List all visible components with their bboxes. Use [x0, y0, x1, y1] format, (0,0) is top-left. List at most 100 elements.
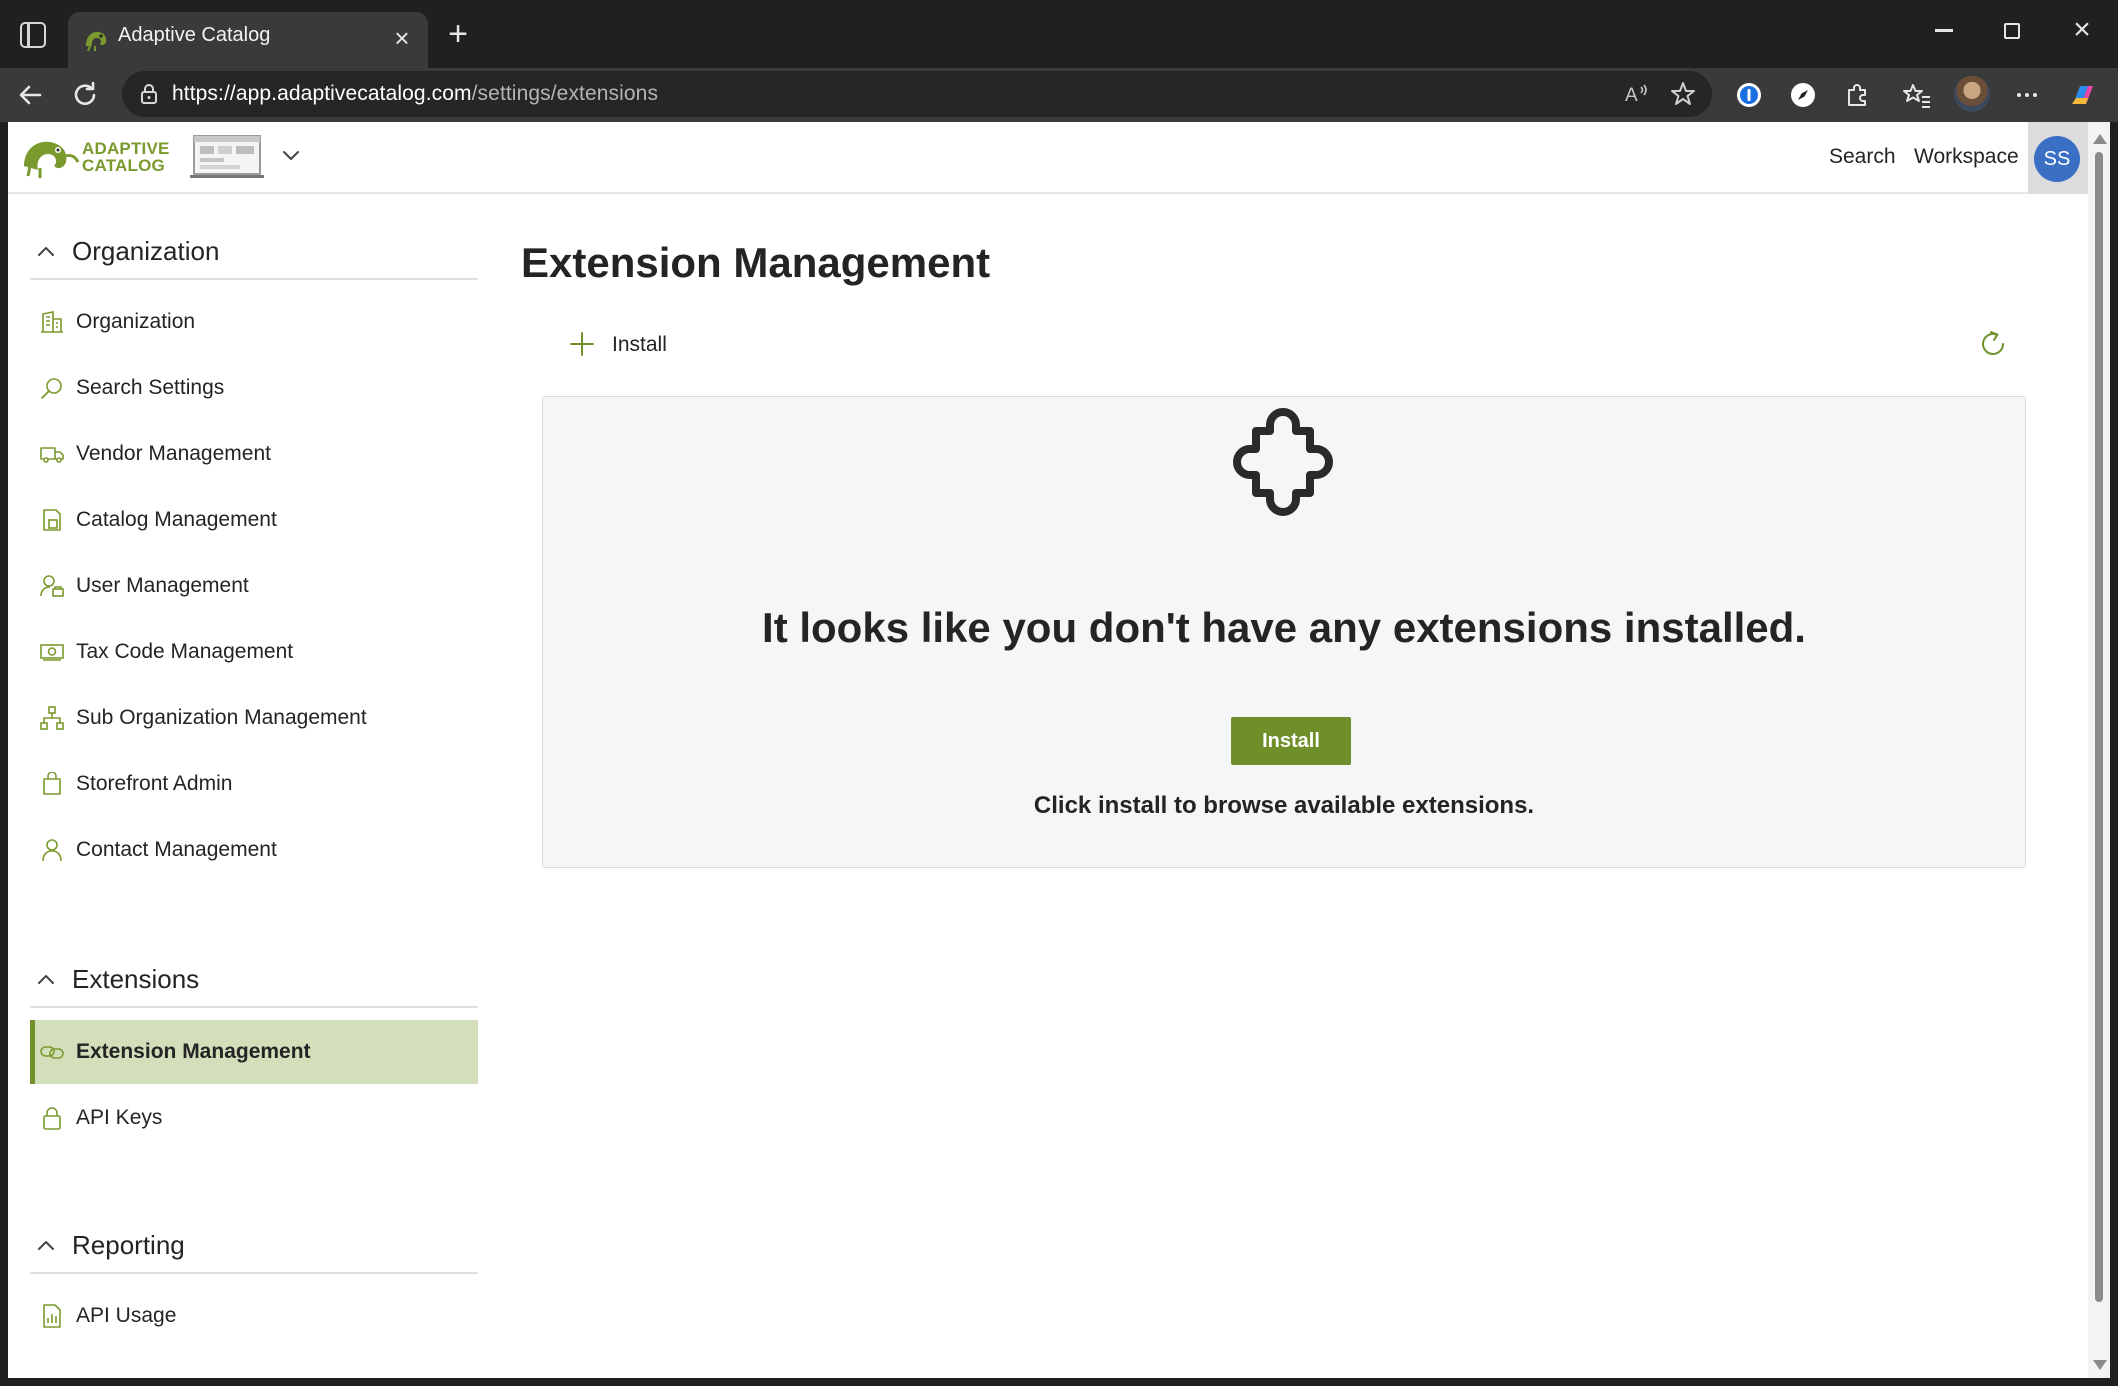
read-aloud-icon[interactable]: A — [1622, 79, 1652, 109]
sidebar-item-label: Search Settings — [76, 376, 225, 399]
sidebar-item-label: Contact Management — [76, 838, 277, 861]
refresh-icon[interactable] — [1975, 326, 2011, 362]
sidebar-item-vendor-management[interactable]: Vendor Management — [30, 422, 478, 486]
money-icon — [40, 644, 64, 661]
adaptive-catalog-logo[interactable]: ADAPTIVE CATALOG — [20, 134, 176, 180]
logo-line-2: CATALOG — [82, 156, 165, 175]
sidebar-item-api-usage[interactable]: API Usage — [30, 1284, 478, 1348]
sidebar-item-label: Extension Management — [76, 1040, 311, 1063]
user-avatar[interactable]: SS — [2034, 136, 2080, 182]
plus-icon — [570, 332, 594, 356]
catalog-icon — [43, 509, 61, 531]
logo-wordmark: ADAPTIVE CATALOG — [82, 140, 170, 174]
password-manager-icon[interactable] — [1732, 78, 1766, 112]
install-command-label: Install — [612, 333, 667, 356]
person-icon — [42, 839, 62, 862]
profile-avatar[interactable] — [1954, 76, 1990, 112]
org-chart-icon — [40, 706, 64, 730]
new-tab-icon[interactable]: + — [440, 16, 476, 52]
sidebar-item-label: Vendor Management — [76, 442, 271, 465]
page-scrollbar[interactable] — [2088, 122, 2110, 1378]
sidebar-item-extension-management[interactable]: Extension Management — [30, 1020, 478, 1084]
more-options-icon[interactable] — [2010, 78, 2044, 112]
sidebar-item-contact-management[interactable]: Contact Management — [30, 818, 478, 882]
chameleon-logo-icon — [24, 141, 80, 178]
chevron-up-icon[interactable] — [36, 242, 56, 262]
compass-extension-icon[interactable] — [1786, 78, 1820, 112]
user-menu[interactable]: SS — [2028, 122, 2088, 194]
lock-icon — [43, 1107, 61, 1130]
empty-state-title: It looks like you don't have any extensi… — [762, 604, 1806, 651]
sidebar-item-label: Tax Code Management — [76, 640, 294, 663]
chevron-up-icon[interactable] — [36, 970, 56, 990]
puzzle-piece-icon — [1233, 408, 1333, 516]
scrollbar-thumb[interactable] — [2095, 152, 2103, 1302]
app-viewport: ADAPTIVE CATALOG Search Workspace SS Org… — [8, 122, 2088, 1378]
chevron-down-icon[interactable] — [276, 140, 306, 170]
sidebar-item-storefront-admin[interactable]: Storefront Admin — [30, 752, 478, 816]
user-settings-icon — [40, 575, 64, 597]
section-header-extensions[interactable]: Extensions — [30, 950, 478, 1008]
report-icon — [43, 1304, 61, 1328]
scroll-up-arrow-icon[interactable] — [2093, 134, 2107, 144]
sidebar-item-label: API Usage — [76, 1304, 177, 1327]
settings-sidebar: Organization Organization Search Setting… — [8, 196, 488, 1378]
header-search-link[interactable]: Search — [1829, 144, 1896, 170]
maximize-icon[interactable] — [1986, 12, 2038, 48]
url-path: /settings/extensions — [471, 82, 659, 105]
svg-text:A: A — [1625, 85, 1638, 106]
section-header-organization[interactable]: Organization — [30, 222, 478, 280]
browser-toolbar: https://app.adaptivecatalog.com/settings… — [0, 68, 2118, 122]
sidebar-item-organization[interactable]: Organization — [30, 290, 478, 354]
copilot-icon[interactable] — [2066, 78, 2100, 112]
tab-actions-icon[interactable] — [20, 22, 46, 48]
building-icon — [41, 311, 63, 333]
link-icon — [40, 1046, 64, 1059]
browser-tab[interactable]: Adaptive Catalog × — [68, 12, 428, 68]
sidebar-item-search-settings[interactable]: Search Settings — [30, 356, 478, 420]
page-title: Extension Management — [521, 239, 991, 286]
search-icon — [41, 378, 62, 399]
app-switcher-thumbnail[interactable] — [190, 134, 266, 180]
sidebar-item-label: Catalog Management — [76, 508, 277, 531]
sidebar-item-label: User Management — [76, 574, 249, 597]
scroll-down-arrow-icon[interactable] — [2093, 1360, 2107, 1370]
chameleon-favicon-icon — [86, 31, 107, 52]
empty-state-card: It looks like you don't have any extensi… — [542, 396, 2026, 868]
minimize-icon[interactable] — [1918, 12, 1970, 48]
url-host: https://app.adaptivecatalog.com — [172, 82, 472, 105]
sidebar-item-tax-code-management[interactable]: Tax Code Management — [30, 620, 478, 684]
reload-icon[interactable] — [66, 76, 104, 114]
browser-titlebar: Adaptive Catalog × + × — [0, 0, 2118, 68]
section-title: Reporting — [72, 1230, 185, 1260]
install-button[interactable]: Install — [1231, 717, 1351, 765]
truck-icon — [40, 447, 64, 463]
sidebar-item-label: API Keys — [76, 1106, 163, 1129]
extensions-puzzle-icon[interactable] — [1840, 78, 1874, 112]
empty-state-subtitle: Click install to browse available extens… — [1033, 792, 1535, 819]
section-header-reporting[interactable]: Reporting — [30, 1216, 478, 1274]
section-title: Extensions — [72, 964, 200, 994]
close-tab-icon[interactable]: × — [388, 24, 416, 52]
sidebar-item-catalog-management[interactable]: Catalog Management — [30, 488, 478, 552]
address-bar[interactable]: https://app.adaptivecatalog.com/settings… — [122, 71, 1712, 117]
url-text[interactable]: https://app.adaptivecatalog.com/settings… — [172, 82, 658, 106]
header-workspace-link[interactable]: Workspace — [1914, 144, 2019, 170]
sidebar-item-label: Organization — [76, 310, 196, 333]
app-header: ADAPTIVE CATALOG Search Workspace SS — [8, 122, 2088, 194]
tab-title: Adaptive Catalog — [118, 24, 271, 46]
sidebar-item-sub-organization-management[interactable]: Sub Organization Management — [30, 686, 478, 750]
site-info-lock-icon[interactable] — [136, 81, 162, 107]
sidebar-item-label: Storefront Admin — [76, 772, 233, 795]
chevron-up-icon[interactable] — [36, 1236, 56, 1256]
favorite-star-icon[interactable] — [1668, 79, 1698, 109]
window-close-icon[interactable]: × — [2056, 12, 2108, 48]
sidebar-item-api-keys[interactable]: API Keys — [30, 1086, 478, 1150]
sidebar-item-user-management[interactable]: User Management — [30, 554, 478, 618]
section-title: Organization — [72, 236, 220, 266]
logo-line-1: ADAPTIVE — [82, 139, 170, 158]
back-icon[interactable] — [12, 76, 50, 114]
favorites-icon[interactable] — [1900, 78, 1934, 112]
shopping-bag-icon — [43, 772, 61, 795]
sidebar-item-label: Sub Organization Management — [76, 706, 367, 729]
